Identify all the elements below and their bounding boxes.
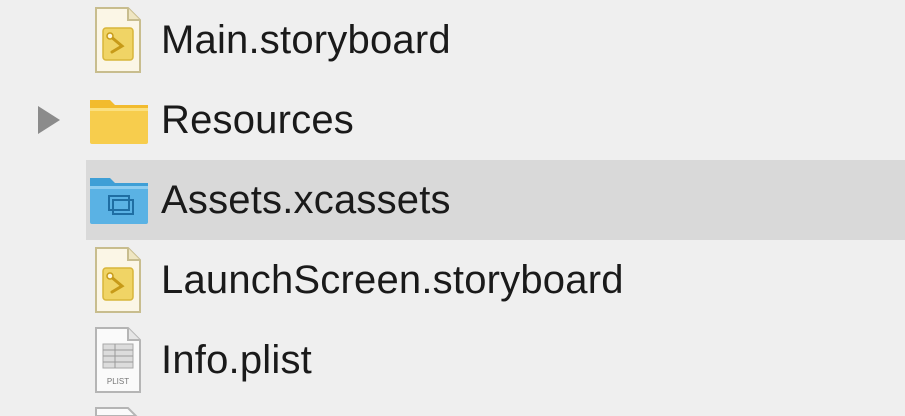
navigator-row-resources[interactable]: Resources <box>0 80 905 160</box>
navigator-item-label: Main.storyboard <box>161 18 451 62</box>
navigator-item-label: Resources <box>161 98 354 142</box>
navigator-row-assets-xcassets[interactable]: Assets.xcassets <box>0 160 905 240</box>
navigator-row-main-storyboard[interactable]: Main.storyboard <box>0 0 905 80</box>
plist-icon-caption: PLIST <box>107 377 129 386</box>
navigator-row-info-plist[interactable]: PLIST Info.plist <box>0 320 905 400</box>
plist-file-icon: PLIST <box>88 320 150 400</box>
navigator-item-label: Assets.xcassets <box>161 178 451 222</box>
folder-icon <box>88 80 150 160</box>
navigator-row-launchscreen-storyboard[interactable]: LaunchScreen.storyboard <box>0 240 905 320</box>
project-navigator: Main.storyboard Resources Assets.xcasset… <box>0 0 905 416</box>
disclosure-triangle-icon[interactable] <box>38 106 60 134</box>
file-icon <box>88 400 150 416</box>
navigator-row-partial <box>0 400 905 416</box>
asset-catalog-icon <box>88 160 150 240</box>
storyboard-file-icon <box>88 240 150 320</box>
navigator-item-label: Info.plist <box>161 338 312 382</box>
navigator-item-label: LaunchScreen.storyboard <box>161 258 624 302</box>
storyboard-file-icon <box>88 0 150 80</box>
